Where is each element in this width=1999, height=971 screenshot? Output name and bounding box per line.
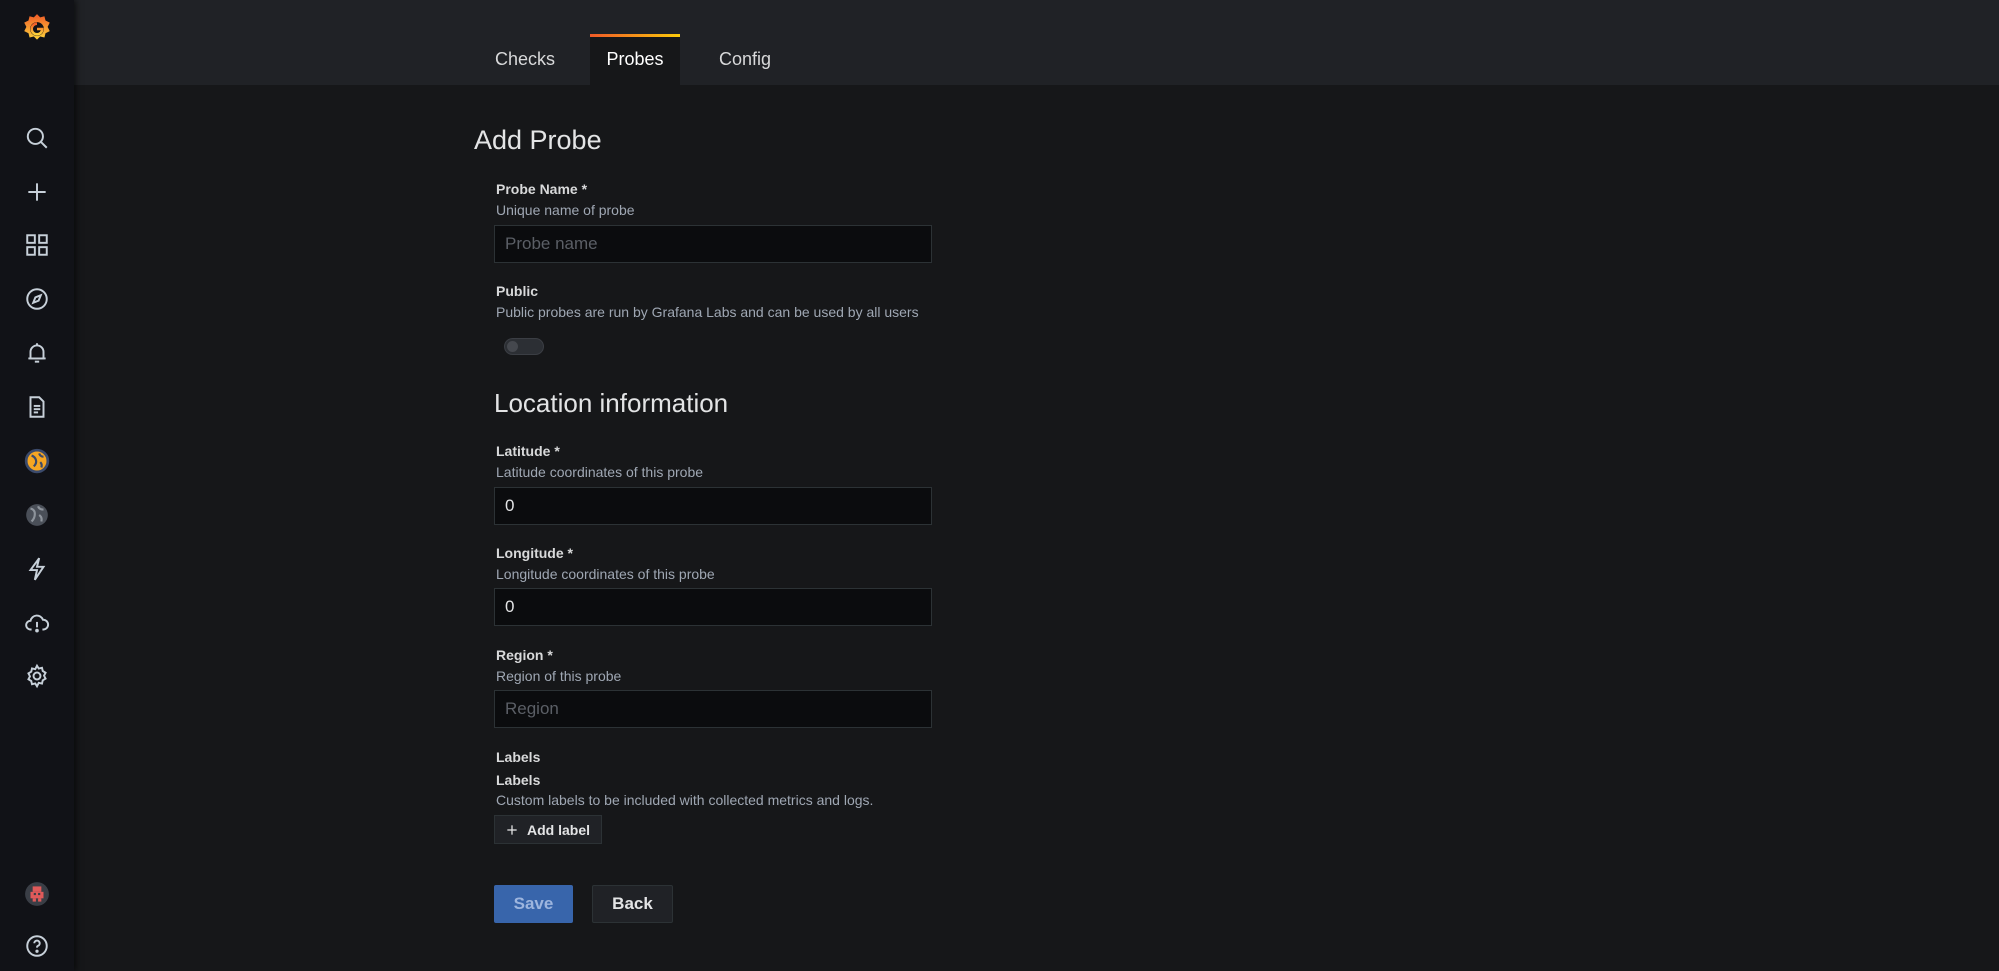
- public-description: Public probes are run by Grafana Labs an…: [496, 304, 919, 320]
- add-label-button[interactable]: Add label: [494, 815, 603, 844]
- public-toggle[interactable]: [504, 338, 544, 355]
- back-button[interactable]: Back: [592, 885, 673, 923]
- public-label: Public: [496, 283, 539, 299]
- longitude-input[interactable]: [494, 588, 932, 626]
- labels-description: Custom labels to be included with collec…: [496, 792, 874, 808]
- user-avatar-icon[interactable]: [0, 872, 74, 916]
- plus-icon: [507, 824, 517, 835]
- tab-checks[interactable]: Checks: [480, 34, 570, 85]
- sidebar: [0, 0, 74, 971]
- tab-probes[interactable]: Probes: [590, 34, 680, 85]
- worldmap-icon[interactable]: [0, 493, 74, 537]
- region-label: Region *: [496, 647, 553, 663]
- latitude-description: Latitude coordinates of this probe: [496, 464, 704, 480]
- probe-name-input[interactable]: [494, 225, 932, 263]
- location-heading: Location information: [494, 388, 729, 418]
- dashboards-icon[interactable]: [0, 223, 74, 267]
- add-label-text: Add label: [527, 821, 591, 838]
- search-icon[interactable]: [0, 116, 74, 160]
- toggle-knob: [507, 341, 518, 352]
- longitude-label: Longitude *: [496, 545, 573, 561]
- tab-config[interactable]: Config: [700, 34, 790, 85]
- probe-name-description: Unique name of probe: [496, 202, 635, 218]
- document-icon[interactable]: [0, 385, 74, 429]
- probe-name-label: Probe Name *: [496, 181, 588, 197]
- page-header: Checks Probes Config: [74, 0, 1999, 85]
- help-icon[interactable]: [0, 924, 74, 968]
- latitude-input[interactable]: [494, 487, 932, 525]
- explore-icon[interactable]: [0, 277, 74, 321]
- longitude-description: Longitude coordinates of this probe: [496, 566, 715, 582]
- synthetic-monitoring-icon[interactable]: [0, 439, 74, 483]
- plus-icon[interactable]: [0, 170, 74, 214]
- grafana-logo-icon[interactable]: [0, 6, 74, 52]
- alerting-icon[interactable]: [0, 331, 74, 375]
- region-input[interactable]: [494, 690, 932, 728]
- bolt-icon[interactable]: [0, 547, 74, 591]
- labels-field-label: Labels: [496, 772, 541, 788]
- cloud-alert-icon[interactable]: [0, 601, 74, 645]
- region-description: Region of this probe: [496, 668, 622, 684]
- page-title: Add Probe: [474, 125, 602, 155]
- save-button[interactable]: Save: [494, 885, 573, 923]
- latitude-label: Latitude *: [496, 443, 560, 459]
- gear-icon[interactable]: [0, 654, 74, 698]
- labels-section-label: Labels: [496, 749, 541, 765]
